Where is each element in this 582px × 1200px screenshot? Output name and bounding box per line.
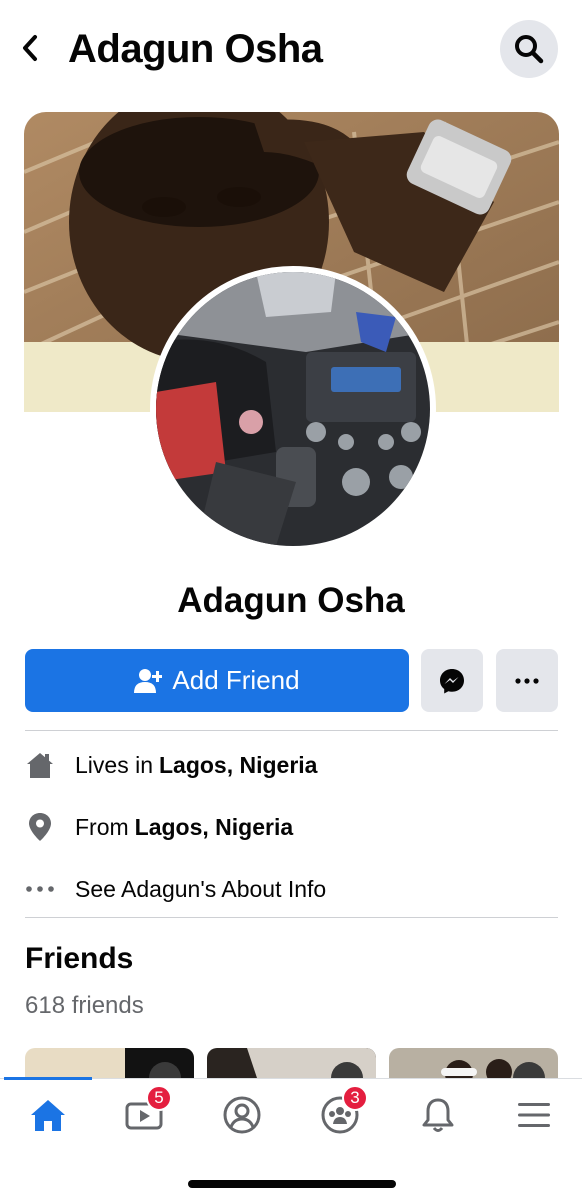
lives-in-prefix: Lives in xyxy=(75,751,153,778)
search-icon xyxy=(515,35,544,64)
friend-thumbnail[interactable] xyxy=(207,1048,376,1078)
divider xyxy=(25,730,558,731)
from-row: From Lagos, Nigeria xyxy=(25,807,558,847)
from-prefix: From xyxy=(75,813,129,840)
menu-icon xyxy=(518,1103,550,1127)
about-info-row[interactable]: See Adagun's About Info xyxy=(25,869,558,909)
friends-heading: Friends xyxy=(25,942,134,975)
add-friend-label: Add Friend xyxy=(172,665,300,695)
groups-badge: 3 xyxy=(342,1085,368,1111)
watch-badge: 5 xyxy=(146,1085,172,1111)
profile-picture[interactable] xyxy=(150,266,436,552)
active-tab-indicator xyxy=(4,1077,92,1080)
from-place[interactable]: Lagos, Nigeria xyxy=(135,814,293,841)
message-button[interactable] xyxy=(421,649,483,712)
back-button[interactable] xyxy=(10,28,50,68)
home-icon xyxy=(31,1100,65,1131)
friends-count[interactable]: 618 friends xyxy=(25,992,144,1020)
more-icon xyxy=(515,677,539,684)
ellipsis-icon xyxy=(25,874,55,904)
friend-thumbnail[interactable] xyxy=(389,1048,558,1078)
home-indicator xyxy=(188,1180,396,1188)
location-pin-icon xyxy=(25,812,55,842)
action-buttons: Add Friend xyxy=(25,649,558,712)
search-button[interactable] xyxy=(500,20,558,78)
about-info-link: See Adagun's About Info xyxy=(75,875,327,902)
tab-home[interactable] xyxy=(18,1093,78,1137)
profile-name: Adagun Osha xyxy=(177,581,405,620)
top-bar: Adagun Osha xyxy=(0,0,582,100)
profile-icon xyxy=(223,1096,261,1134)
lives-in-row: Lives in Lagos, Nigeria xyxy=(25,745,558,785)
back-icon xyxy=(23,35,37,61)
tab-profile[interactable] xyxy=(212,1093,272,1137)
lives-in-place[interactable]: Lagos, Nigeria xyxy=(159,752,317,779)
more-button[interactable] xyxy=(496,649,558,712)
friends-grid xyxy=(25,1048,558,1078)
page-title: Adagun Osha xyxy=(68,27,323,71)
bell-icon xyxy=(422,1098,454,1132)
add-person-icon xyxy=(134,668,163,693)
divider xyxy=(25,917,558,918)
friend-thumbnail[interactable] xyxy=(25,1048,194,1078)
tab-notifications[interactable] xyxy=(408,1093,468,1137)
tab-watch[interactable]: 5 xyxy=(114,1085,174,1137)
tab-menu[interactable] xyxy=(504,1093,564,1137)
home-icon xyxy=(25,750,55,780)
messenger-icon xyxy=(440,668,464,693)
add-friend-button[interactable]: Add Friend xyxy=(25,649,409,712)
tab-groups[interactable]: 3 xyxy=(310,1085,370,1137)
